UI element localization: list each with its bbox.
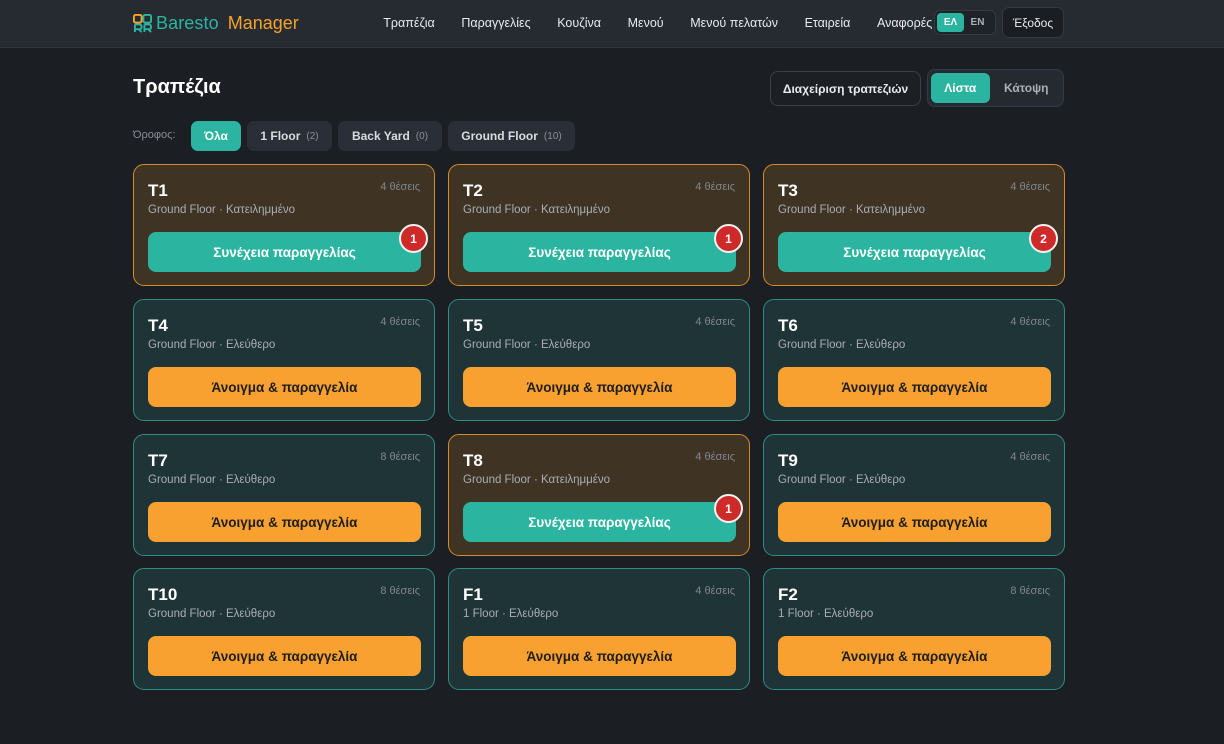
open-and-order-button[interactable]: Άνοιγμα & παραγγελία: [463, 367, 736, 407]
table-status: Ground Floor · Ελεύθερο: [148, 339, 276, 351]
open-and-order-button[interactable]: Άνοιγμα & παραγγελία: [463, 636, 736, 676]
table-seats: 4 θέσεις: [380, 316, 420, 328]
page-title: Τραπέζια: [133, 76, 221, 98]
open-and-order-button[interactable]: Άνοιγμα & παραγγελία: [148, 636, 421, 676]
floor-chip-count: (0): [415, 130, 429, 142]
top-bar: Baresto Manager Τραπέζια Παραγγελίες Κου…: [0, 0, 1224, 48]
table-name: T9: [778, 451, 798, 470]
table-name: F1: [463, 585, 483, 604]
table-status: Ground Floor · Κατειλημμένο: [778, 204, 926, 216]
open-and-order-button[interactable]: Άνοιγμα & παραγγελία: [778, 367, 1051, 407]
table-seats: 4 θέσεις: [695, 585, 735, 597]
floor-chip-all[interactable]: Όλα: [191, 121, 241, 151]
floor-chip-1-floor[interactable]: 1 Floor (2): [247, 121, 332, 151]
view-list-button[interactable]: Λίστα: [931, 73, 990, 103]
table-card[interactable]: T4 4 θέσεις Ground Floor · Ελεύθερο Άνοιγμα…: [133, 299, 435, 421]
table-status: Ground Floor · Ελεύθερο: [463, 339, 591, 351]
table-card[interactable]: T10 8 θέσεις Ground Floor · Ελεύθερο Άνοιγμ…: [133, 568, 435, 690]
floor-chip-label: Όλα: [204, 129, 228, 143]
table-status: Ground Floor · Ελεύθερο: [778, 474, 906, 486]
table-seats: 4 θέσεις: [1010, 451, 1050, 463]
open-and-order-button[interactable]: Άνοιγμα & παραγγελία: [148, 367, 421, 407]
main-nav: Τραπέζια Παραγγελίες Κουζίνα Μενού Μενού…: [370, 0, 946, 46]
brand-name: Baresto: [156, 12, 219, 33]
order-count-badge: 2: [1029, 224, 1058, 253]
brand-logo-icon: [133, 13, 152, 33]
continue-order-button[interactable]: Συνέχεια παραγγελίας: [463, 502, 736, 542]
floor-chip-label: 1 Floor: [260, 129, 301, 143]
language-switcher: ΕΛ EN: [934, 10, 996, 35]
table-card[interactable]: T3 4 θέσεις Ground Floor · Κατειλημμένο Συν…: [763, 164, 1065, 286]
nav-item-kitchen[interactable]: Κουζίνα: [544, 16, 614, 30]
table-card[interactable]: F1 4 θέσεις 1 Floor · Ελεύθερο Άνοιγμα & πα…: [448, 568, 750, 690]
table-seats: 8 θέσεις: [380, 451, 420, 463]
table-status: Ground Floor · Κατειλημμένο: [463, 204, 611, 216]
nav-item-tables[interactable]: Τραπέζια: [370, 16, 448, 30]
table-seats: 4 θέσεις: [695, 316, 735, 328]
view-floorplan-button[interactable]: Κάτοψη: [993, 73, 1060, 103]
lang-el-button[interactable]: ΕΛ: [937, 13, 964, 32]
floor-filter-label: Όροφος:: [133, 129, 176, 141]
table-card[interactable]: T1 4 θέσεις Ground Floor · Κατειλημμένο Συν…: [133, 164, 435, 286]
brand[interactable]: Baresto Manager: [133, 12, 299, 34]
table-status: Ground Floor · Κατειλημμένο: [463, 474, 611, 486]
table-name: T3: [778, 181, 798, 200]
floor-chip-count: (10): [543, 130, 562, 142]
order-count-badge: 1: [714, 224, 743, 253]
table-status: Ground Floor · Ελεύθερο: [148, 608, 276, 620]
table-seats: 4 θέσεις: [1010, 181, 1050, 193]
table-name: T7: [148, 451, 168, 470]
table-card[interactable]: T8 4 θέσεις Ground Floor · Κατειλημμένο Συν…: [448, 434, 750, 556]
table-status: Ground Floor · Ελεύθερο: [148, 474, 276, 486]
table-name: T2: [463, 181, 483, 200]
table-seats: 4 θέσεις: [1010, 316, 1050, 328]
table-seats: 8 θέσεις: [1010, 585, 1050, 597]
nav-item-customer-menu[interactable]: Μενού πελατών: [677, 16, 791, 30]
floor-chip-label: Ground Floor: [461, 129, 538, 143]
continue-order-button[interactable]: Συνέχεια παραγγελίας: [778, 232, 1051, 272]
table-name: T4: [148, 316, 168, 335]
floor-chip-ground-floor[interactable]: Ground Floor (10): [448, 121, 575, 151]
view-toggle: Λίστα Κάτοψη: [927, 69, 1064, 107]
table-name: T10: [148, 585, 178, 604]
table-status: Ground Floor · Ελεύθερο: [778, 339, 906, 351]
table-card[interactable]: F2 8 θέσεις 1 Floor · Ελεύθερο Άνοιγμα & πα…: [763, 568, 1065, 690]
table-name: T8: [463, 451, 483, 470]
continue-order-button[interactable]: Συνέχεια παραγγελίας: [463, 232, 736, 272]
table-seats: 4 θέσεις: [695, 451, 735, 463]
open-and-order-button[interactable]: Άνοιγμα & παραγγελία: [778, 636, 1051, 676]
brand-subtitle: Manager: [227, 12, 299, 33]
table-status: 1 Floor · Ελεύθερο: [778, 608, 874, 620]
logout-button[interactable]: Έξοδος: [1002, 7, 1064, 38]
open-and-order-button[interactable]: Άνοιγμα & παραγγελία: [778, 502, 1051, 542]
table-name: T5: [463, 316, 483, 335]
nav-item-orders[interactable]: Παραγγελίες: [448, 16, 544, 30]
nav-item-company[interactable]: Εταιρεία: [791, 16, 863, 30]
floor-chip-back-yard[interactable]: Back Yard (0): [338, 121, 442, 151]
table-card[interactable]: T7 8 θέσεις Ground Floor · Ελεύθερο Άνοιγμα…: [133, 434, 435, 556]
table-card[interactable]: T5 4 θέσεις Ground Floor · Ελεύθερο Άνοιγμα…: [448, 299, 750, 421]
table-seats: 4 θέσεις: [695, 181, 735, 193]
table-status: Ground Floor · Κατειλημμένο: [148, 204, 296, 216]
manage-tables-button[interactable]: Διαχείριση τραπεζιών: [770, 71, 921, 106]
open-and-order-button[interactable]: Άνοιγμα & παραγγελία: [148, 502, 421, 542]
table-card[interactable]: T9 4 θέσεις Ground Floor · Ελεύθερο Άνοιγμα…: [763, 434, 1065, 556]
table-name: T1: [148, 181, 168, 200]
continue-order-button[interactable]: Συνέχεια παραγγελίας: [148, 232, 421, 272]
table-status: 1 Floor · Ελεύθερο: [463, 608, 559, 620]
order-count-badge: 1: [399, 224, 428, 253]
table-card[interactable]: T2 4 θέσεις Ground Floor · Κατειλημμένο Συν…: [448, 164, 750, 286]
table-card[interactable]: T6 4 θέσεις Ground Floor · Ελεύθερο Άνοιγμα…: [763, 299, 1065, 421]
lang-en-button[interactable]: EN: [964, 13, 991, 32]
nav-item-menu[interactable]: Μενού: [614, 16, 677, 30]
table-name: T6: [778, 316, 798, 335]
table-seats: 4 θέσεις: [380, 181, 420, 193]
floor-chip-label: Back Yard: [351, 129, 410, 143]
order-count-badge: 1: [714, 494, 743, 523]
floor-chip-count: (2): [306, 130, 319, 142]
table-seats: 8 θέσεις: [380, 585, 420, 597]
table-name: F2: [778, 585, 798, 604]
